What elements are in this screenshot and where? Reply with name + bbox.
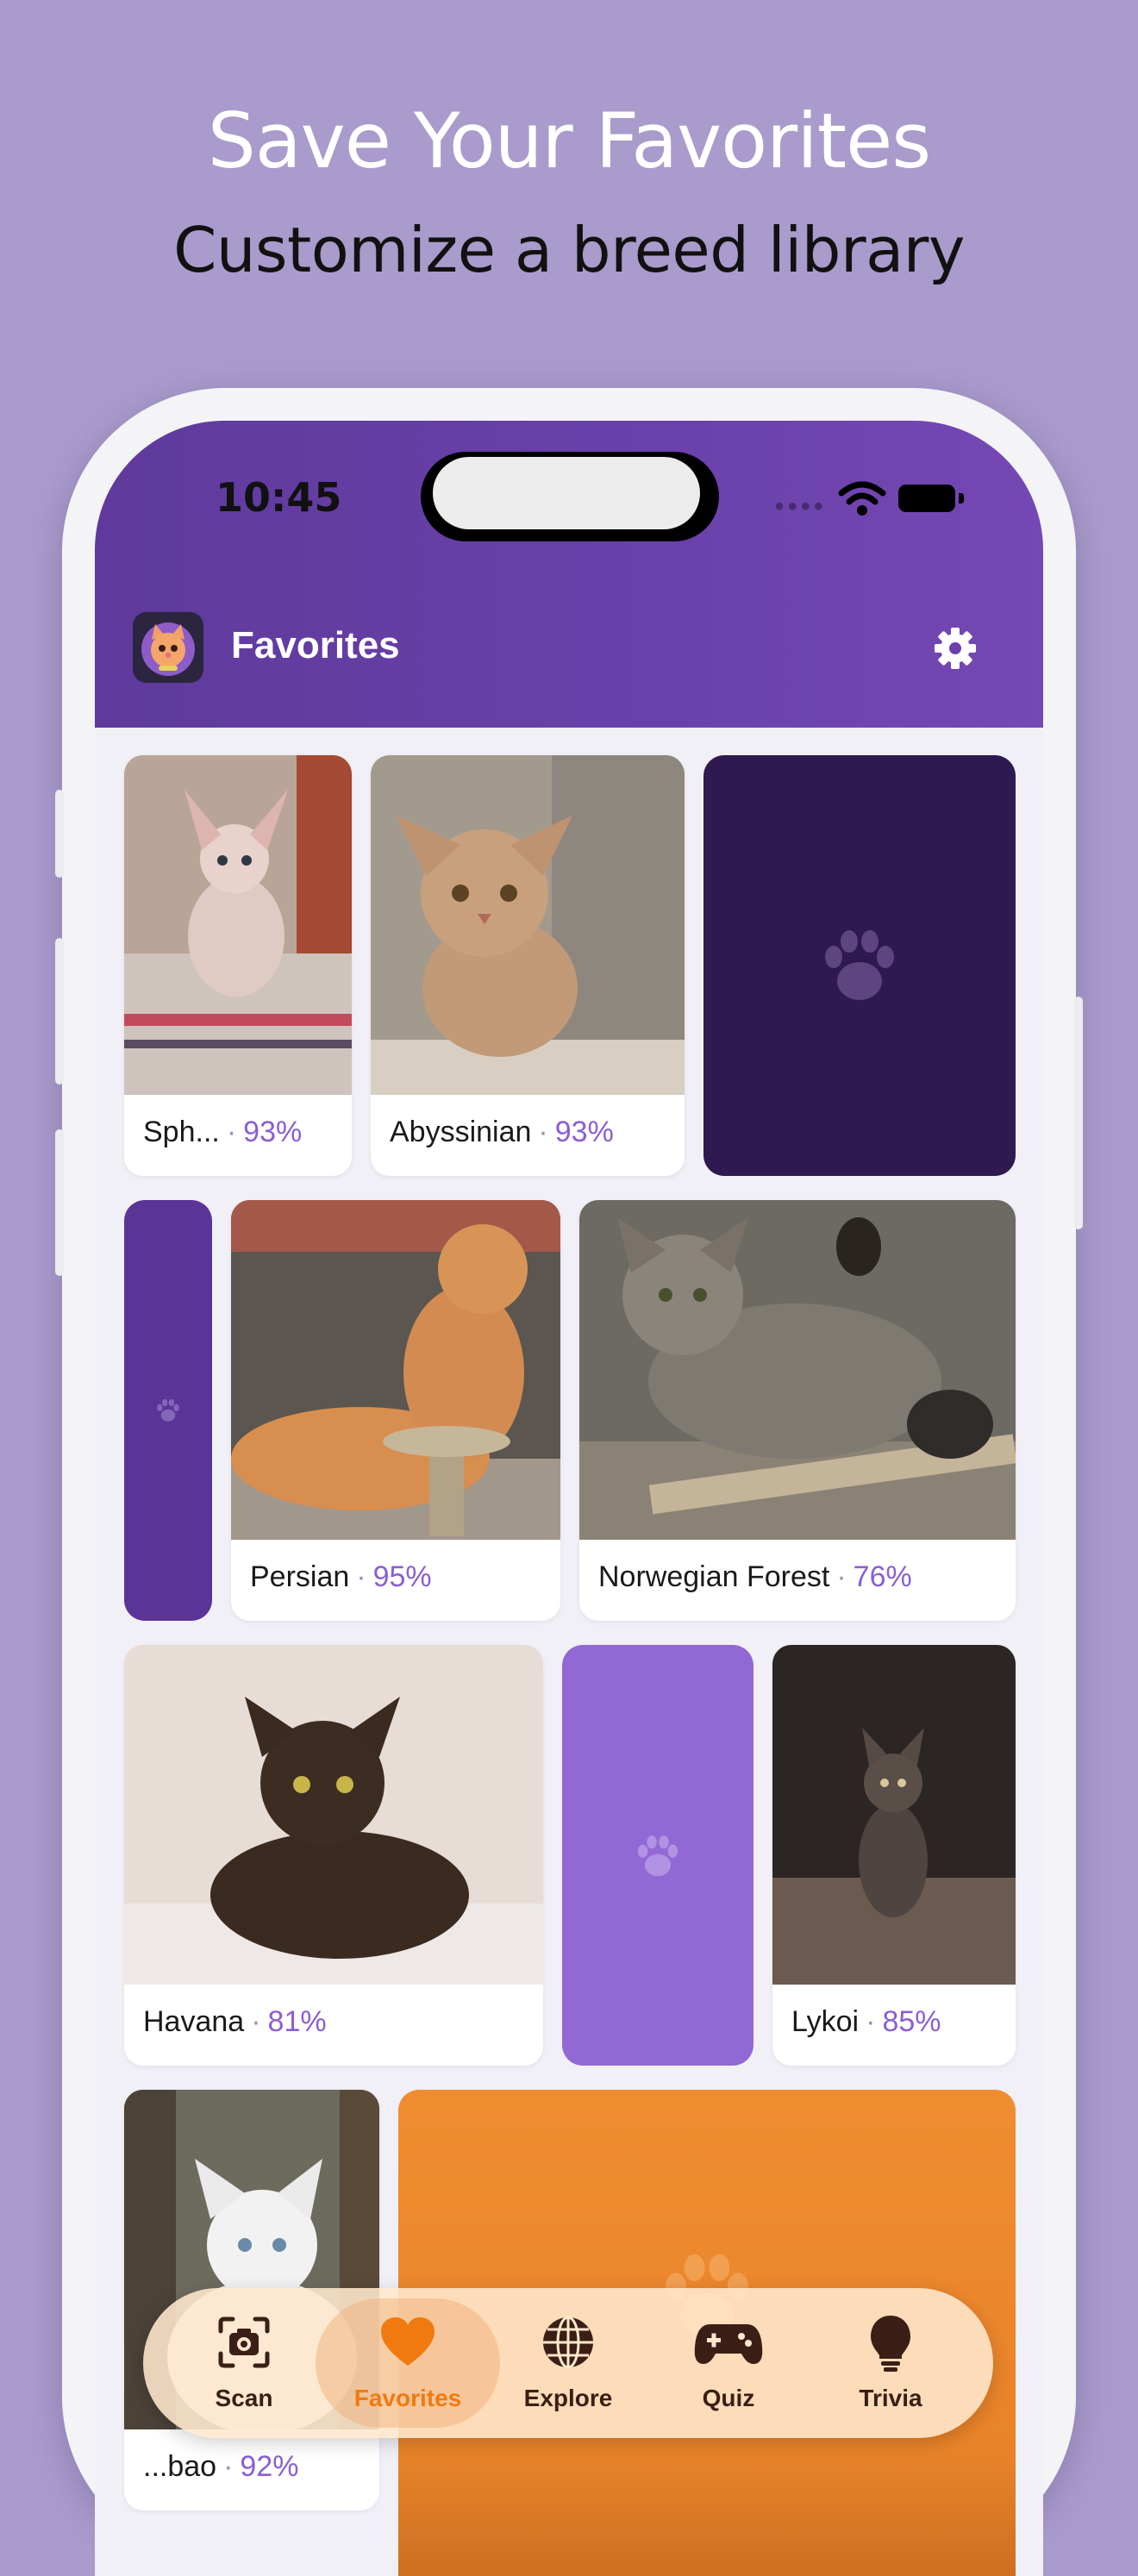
- cat-photo: [231, 1200, 560, 1540]
- tab-label: Scan: [215, 2385, 273, 2411]
- tab-label: Trivia: [859, 2385, 922, 2411]
- placeholder-tile[interactable]: [124, 1200, 212, 1621]
- card-label: ...bao · 92%: [143, 2450, 299, 2483]
- app-logo: [133, 612, 203, 683]
- favorite-card[interactable]: Persian · 95%: [231, 1200, 560, 1621]
- promo-subtitle: Customize a breed library: [173, 214, 965, 286]
- placeholder-tile[interactable]: [703, 755, 1016, 1176]
- paw-icon: [157, 1398, 179, 1422]
- breed-name: Sph...: [143, 1116, 220, 1148]
- promo-title: Save Your Favorites: [207, 97, 931, 185]
- tab-explore[interactable]: Explore: [488, 2288, 648, 2438]
- favorite-card[interactable]: Abyssinian · 93%: [371, 755, 685, 1176]
- breed-name: Persian: [250, 1560, 350, 1593]
- match-percent: 93%: [243, 1116, 303, 1148]
- breed-name: Norwegian Forest: [598, 1560, 830, 1593]
- camera-icon: [218, 2317, 270, 2368]
- app-header: 10:45 ●●●● Favorites: [95, 421, 1043, 728]
- breed-name: Lykoi: [791, 2005, 860, 2038]
- card-label: Havana · 81%: [143, 2005, 327, 2038]
- tab-favorites[interactable]: Favorites: [316, 2288, 500, 2438]
- card-label: Persian · 95%: [250, 1560, 432, 1593]
- card-label: Lykoi · 85%: [791, 2005, 941, 2038]
- dynamic-island: [421, 452, 719, 541]
- placeholder-tile[interactable]: [562, 1645, 753, 2066]
- match-percent: 81%: [267, 2005, 327, 2038]
- match-percent: 92%: [240, 2450, 299, 2483]
- cat-photo: [772, 1645, 1016, 1985]
- card-label: Sph... · 93%: [143, 1116, 303, 1148]
- tab-trivia[interactable]: Trivia: [810, 2288, 971, 2438]
- volume-down-button: [55, 1129, 64, 1276]
- match-percent: 76%: [853, 1560, 912, 1593]
- match-percent: 93%: [554, 1116, 614, 1148]
- cat-photo: [124, 755, 352, 1095]
- heart-icon: [381, 2317, 435, 2366]
- app-screen: 10:45 ●●●● Favorites Sph... · 93% Abyssi…: [95, 421, 1043, 2576]
- breed-name: ...bao: [143, 2450, 217, 2483]
- breed-name: Havana: [143, 2005, 245, 2038]
- breed-name: Abyssinian: [390, 1116, 532, 1148]
- wifi-icon: [838, 481, 886, 516]
- favorite-card[interactable]: Sph... · 93%: [124, 755, 352, 1176]
- cat-photo: [124, 1645, 543, 1985]
- tab-label: Quiz: [702, 2385, 755, 2411]
- power-button: [1074, 997, 1083, 1229]
- signal-icon: ●●●●: [774, 497, 827, 516]
- tab-scan[interactable]: Scan: [164, 2288, 324, 2438]
- match-percent: 85%: [882, 2005, 941, 2038]
- gamepad-icon: [694, 2324, 763, 2364]
- volume-up-button: [55, 938, 64, 1085]
- tab-label: Explore: [523, 2385, 613, 2411]
- phone-frame: 10:45 ●●●● Favorites Sph... · 93% Abyssi…: [55, 388, 1083, 2576]
- lightbulb-icon: [871, 2316, 910, 2372]
- page-title: Favorites: [231, 624, 400, 666]
- gear-icon[interactable]: [931, 624, 979, 672]
- cat-photo: [371, 755, 685, 1095]
- favorite-card[interactable]: Lykoi · 85%: [772, 1645, 1016, 2066]
- battery-icon: [898, 485, 955, 512]
- card-label: Norwegian Forest · 76%: [598, 1560, 912, 1593]
- tab-label: Favorites: [353, 2385, 462, 2411]
- favorite-card[interactable]: Havana · 81%: [124, 1645, 543, 2066]
- globe-icon: [543, 2316, 593, 2369]
- action-button: [55, 790, 64, 878]
- cat-photo: [579, 1200, 1016, 1540]
- paw-icon: [825, 930, 894, 1000]
- tab-quiz[interactable]: Quiz: [648, 2288, 809, 2438]
- paw-icon: [637, 1835, 678, 1877]
- status-time: 10:45: [216, 474, 342, 521]
- match-percent: 95%: [372, 1560, 432, 1593]
- favorite-card[interactable]: Norwegian Forest · 76%: [579, 1200, 1016, 1621]
- tab-bar: Scan Favorites Explore Quiz Trivia: [143, 2288, 993, 2438]
- card-label: Abyssinian · 93%: [390, 1116, 614, 1148]
